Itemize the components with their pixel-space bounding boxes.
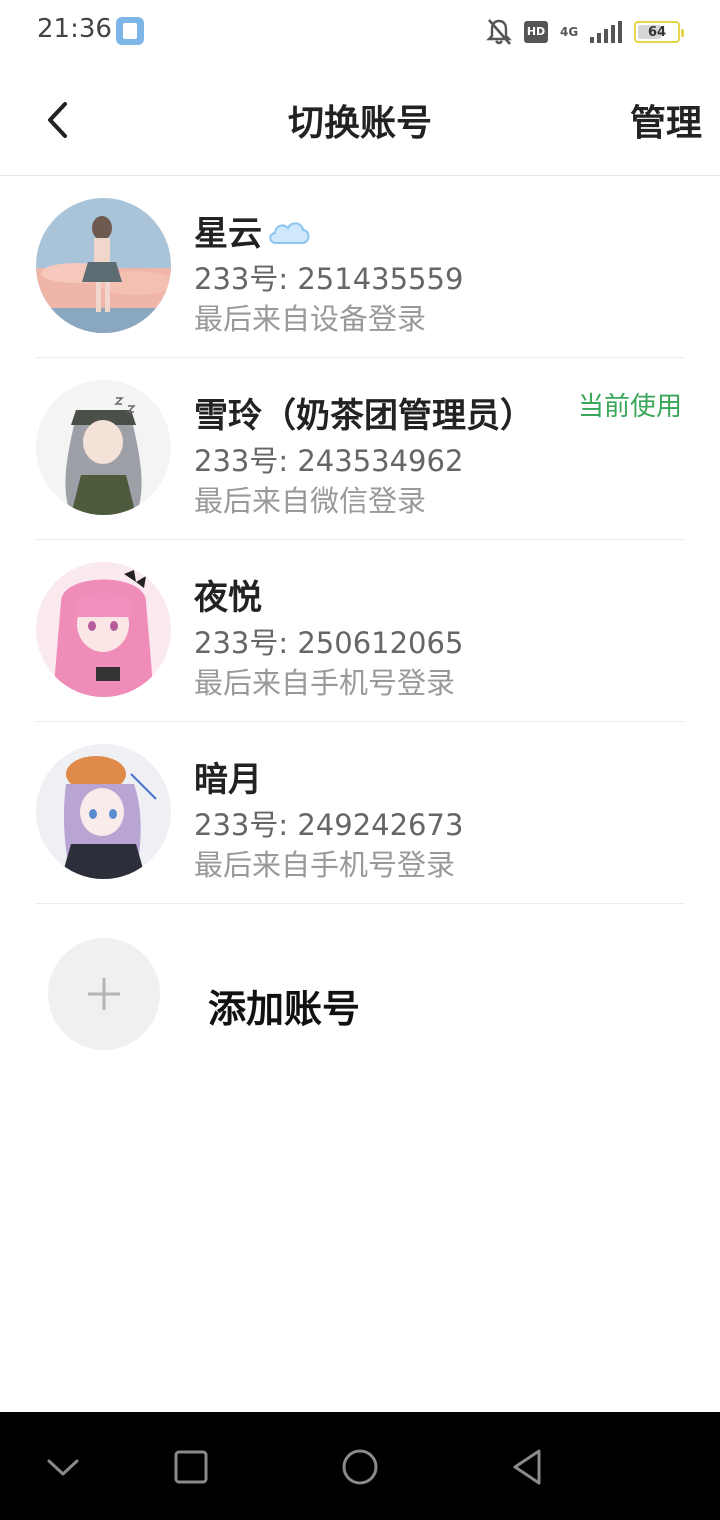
account-name-text: 夜悦 (194, 578, 262, 618)
account-row[interactable]: 星云 233号: 251435559 最后来自设备登录 (36, 176, 684, 358)
account-name-text: 暗月 (194, 760, 262, 800)
avatar (36, 562, 171, 697)
avatar (36, 380, 171, 515)
reader-app-icon (116, 17, 144, 45)
current-account-badge: 当前使用 (577, 392, 682, 422)
account-row[interactable]: 夜悦 233号: 250612065 最后来自手机号登录 (36, 540, 684, 722)
bell-off-icon (486, 18, 512, 46)
account-list: 星云 233号: 251435559 最后来自设备登录 雪玲（奶茶团管理员） 当… (36, 176, 684, 904)
system-nav-bar (0, 1412, 720, 1520)
square-icon (174, 1450, 208, 1484)
account-id: 233号: 250612065 (194, 626, 464, 660)
page-title: 切换账号 (287, 103, 432, 144)
manage-button[interactable]: 管理 (630, 94, 702, 146)
account-row[interactable]: 暗月 233号: 249242673 最后来自手机号登录 (36, 722, 684, 904)
account-row[interactable]: 雪玲（奶茶团管理员） 当前使用 233号: 243534962 最后来自微信登录 (36, 358, 684, 540)
status-time: 21:36 (37, 14, 112, 44)
nav-collapse-button[interactable] (38, 1442, 88, 1492)
add-account-button[interactable]: 添加账号 (36, 920, 684, 1070)
hd-badge: HD (524, 21, 548, 43)
avatar (36, 744, 171, 879)
battery-icon: 64 (634, 21, 684, 43)
account-login-source: 最后来自手机号登录 (194, 848, 456, 882)
circle-icon (342, 1449, 378, 1485)
plus-icon (88, 978, 120, 1010)
battery-percent: 64 (647, 24, 667, 40)
nav-recents-button[interactable] (166, 1442, 216, 1492)
account-login-source: 最后来自微信登录 (194, 484, 427, 518)
signal-icon (590, 21, 622, 43)
status-bar: 21:36 HD 4G 64 (0, 0, 720, 64)
account-name: 星云 (194, 206, 312, 255)
account-name-text: 雪玲（奶茶团管理员） (194, 396, 534, 436)
nav-home-button[interactable] (335, 1442, 385, 1492)
avatar (36, 198, 171, 333)
account-id: 233号: 251435559 (194, 262, 464, 296)
network-type: 4G (560, 25, 579, 39)
account-login-source: 最后来自手机号登录 (194, 666, 456, 700)
add-account-circle (48, 938, 160, 1050)
add-account-label: 添加账号 (208, 987, 361, 1031)
cloud-icon (266, 216, 312, 246)
nav-back-button[interactable] (502, 1442, 552, 1492)
account-name-text: 星云 (194, 214, 262, 254)
triangle-back-icon (513, 1449, 541, 1485)
account-id: 233号: 243534962 (194, 444, 464, 478)
account-name: 夜悦 (194, 570, 262, 619)
chevron-down-icon (47, 1459, 79, 1476)
account-id: 233号: 249242673 (194, 808, 464, 842)
header: 切换账号 管理 (0, 64, 720, 176)
status-icons: HD 4G 64 (486, 16, 684, 48)
account-name: 暗月 (194, 752, 262, 801)
account-name: 雪玲（奶茶团管理员） (194, 388, 534, 437)
account-login-source: 最后来自设备登录 (194, 302, 427, 336)
